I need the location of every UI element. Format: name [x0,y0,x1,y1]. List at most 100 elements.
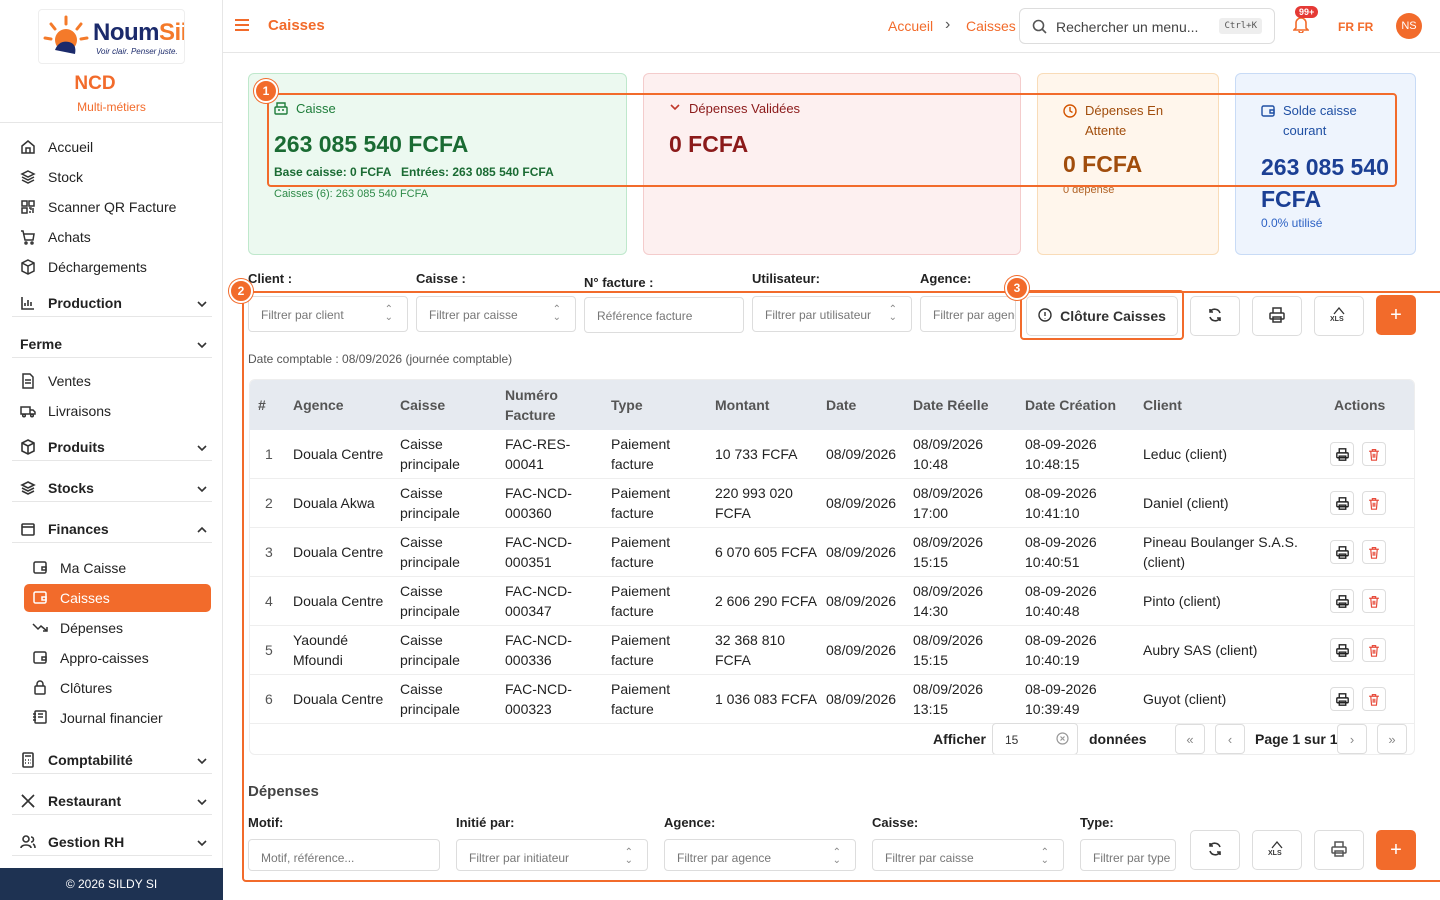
sidebar-group-comptabilite[interactable]: Comptabilité [12,746,212,774]
sidebar-item-achats[interactable]: Achats [20,223,91,251]
printer-icon [1335,643,1349,657]
sidebar-item-clotures[interactable]: Clôtures [32,674,112,702]
sidebar-group-production[interactable]: Production [12,289,212,317]
sidebar-item-journal-financier[interactable]: Journal financier [32,704,163,732]
dep-print-button[interactable] [1314,830,1364,870]
layers-icon [20,169,36,185]
breadcrumb-accueil[interactable]: Accueil [888,18,933,34]
sidebar-item-label: Caisses [60,590,110,606]
sidebar-item-ventes[interactable]: Ventes [20,367,91,395]
printer-icon [1335,692,1349,706]
sidebar-item-caisses[interactable]: Caisses [24,584,211,612]
sidebar-group-gestion-rh[interactable]: Gestion RH [12,828,212,856]
table-cell-caisse1: Caisse principale [400,534,460,570]
table-cell-dr1: 08/09/2026 14:30 [913,583,984,619]
bell-icon[interactable] [1292,15,1310,36]
search-placeholder: Rechercher un menu... [1056,19,1199,35]
calculator-icon [20,751,36,768]
clear-icon[interactable] [1056,732,1069,748]
sidebar-item-ma-caisse[interactable]: Ma Caisse [32,554,126,582]
sidebar-item-label: Achats [48,229,91,245]
table-cell-date: 08/09/2026 [826,495,897,511]
sidebar-group-finances[interactable]: Finances [12,515,212,543]
chevron-up-icon [196,523,208,539]
table-cell-date: 08/09/2026 [826,691,897,707]
row-print-button[interactable] [1330,589,1354,613]
table-cell-dc1: 08-09-2026 10:40:48 [1025,583,1097,619]
table-cell-mont1: 10 733 FCFA [715,446,798,462]
row-print-button[interactable] [1330,491,1354,515]
dep-filter-type-select[interactable]: Filtrer par type [1080,839,1176,871]
row-print-button[interactable] [1330,442,1354,466]
table-cell-date: 08/09/2026 [826,642,897,658]
row-print-button[interactable] [1330,540,1354,564]
sidebar-item-dechargements[interactable]: Déchargements [20,253,147,281]
table-cell-n: 4 [265,593,273,609]
sidebar-group-stocks[interactable]: Stocks [12,474,212,502]
table-cell-dr1: 08/09/2026 15:15 [913,632,984,668]
row-delete-button[interactable] [1362,491,1386,515]
sidebar-item-scanner-qr[interactable]: Scanner QR Facture [20,193,176,221]
sidebar: NoumSii Voir clair. Penser juste. NCD Mu… [0,0,223,900]
rows-label: données [1089,731,1147,747]
table-row[interactable]: 6 Douala Centre Caisse principale FAC-NCD- 00… [250,675,1414,724]
table-row[interactable]: 5 Yaoundé Mfoundi Caisse principale FAC-NCD- 0… [250,626,1414,675]
sidebar-item-appro-caisses[interactable]: Appro-caisses [32,644,149,672]
sidebar-item-accueil[interactable]: Accueil [20,133,93,161]
breadcrumb-caisses[interactable]: Caisses [966,18,1016,34]
row-delete-button[interactable] [1362,589,1386,613]
chevron-down-icon [196,836,208,852]
sidebar-group-produits[interactable]: Produits [12,433,212,461]
sidebar-item-depenses[interactable]: Dépenses [32,614,123,642]
sidebar-item-livraisons[interactable]: Livraisons [20,397,111,425]
col-header-client: Client [1143,397,1182,413]
menu-icon[interactable] [235,18,249,35]
dep-add-button[interactable]: + [1376,830,1416,870]
table-cell-caisse1: Caisse principale [400,681,460,717]
page-indicator: Page 1 sur 1 [1255,731,1338,747]
table-cell-agence: Douala Centre [293,691,384,707]
dep-refresh-button[interactable] [1190,830,1240,870]
depenses-section-title: Dépenses [248,783,319,800]
org-name: NCD [74,73,116,94]
prev-page-button[interactable]: ‹ [1215,724,1245,754]
table-cell-fac1: FAC-RES- 00041 [505,436,571,472]
row-delete-button[interactable] [1362,442,1386,466]
dep-filter-initie-select[interactable]: Filtrer par initiateur ⌃ ⌄ [456,839,648,871]
sidebar-item-stock[interactable]: Stock [20,163,83,191]
table-cell-agence: Douala Centre [293,544,384,560]
table-row[interactable]: 4 Douala Centre Caisse principale FAC-NCD- 00… [250,577,1414,626]
table-row[interactable]: 2 Douala Akwa Caisse principale FAC-NCD- 0003… [250,479,1414,528]
table-cell-mont1: 32 368 810 FCFA [715,632,786,668]
brand-logo[interactable]: NoumSii Voir clair. Penser juste. [38,9,185,64]
table-row[interactable]: 3 Douala Centre Caisse principale FAC-NCD- 00… [250,528,1414,577]
dep-filter-caisse-select[interactable]: Filtrer par caisse ⌃ ⌄ [872,839,1064,871]
col-header-date: Date [826,397,857,413]
rows-per-page-input[interactable]: 15 [992,723,1078,754]
chevron-down-icon [196,441,208,457]
menu-search-input[interactable]: Rechercher un menu... Ctrl+K [1019,8,1275,44]
row-print-button[interactable] [1330,687,1354,711]
row-delete-button[interactable] [1362,540,1386,564]
row-print-button[interactable] [1330,638,1354,662]
sidebar-group-ferme[interactable]: Ferme [12,330,212,358]
sidebar-item-label: Livraisons [48,403,112,419]
sidebar-item-label: Journal financier [60,710,163,726]
wallet-icon [32,649,48,668]
table-row[interactable]: 1 Douala Centre Caisse principale FAC-RES- 00… [250,430,1414,479]
users-icon [20,834,36,850]
next-page-button[interactable]: › [1337,724,1367,754]
row-delete-button[interactable] [1362,638,1386,662]
dep-export-xls-button[interactable]: XLS [1252,830,1302,870]
row-delete-button[interactable] [1362,687,1386,711]
dep-filter-agence-select[interactable]: Filtrer par agence ⌃ ⌄ [664,839,856,871]
sidebar-group-restaurant[interactable]: Restaurant [12,787,212,815]
dep-filter-motif-input[interactable]: Motif, référence... [248,839,440,871]
first-page-button[interactable]: « [1175,724,1205,754]
language-selector[interactable]: FR FR [1338,20,1373,34]
table-cell-caisse1: Caisse principale [400,436,460,472]
updown-icon: ⌃ ⌄ [832,847,841,866]
last-page-button[interactable]: » [1377,724,1407,754]
search-icon [1032,19,1047,37]
avatar[interactable]: NS [1396,13,1422,39]
